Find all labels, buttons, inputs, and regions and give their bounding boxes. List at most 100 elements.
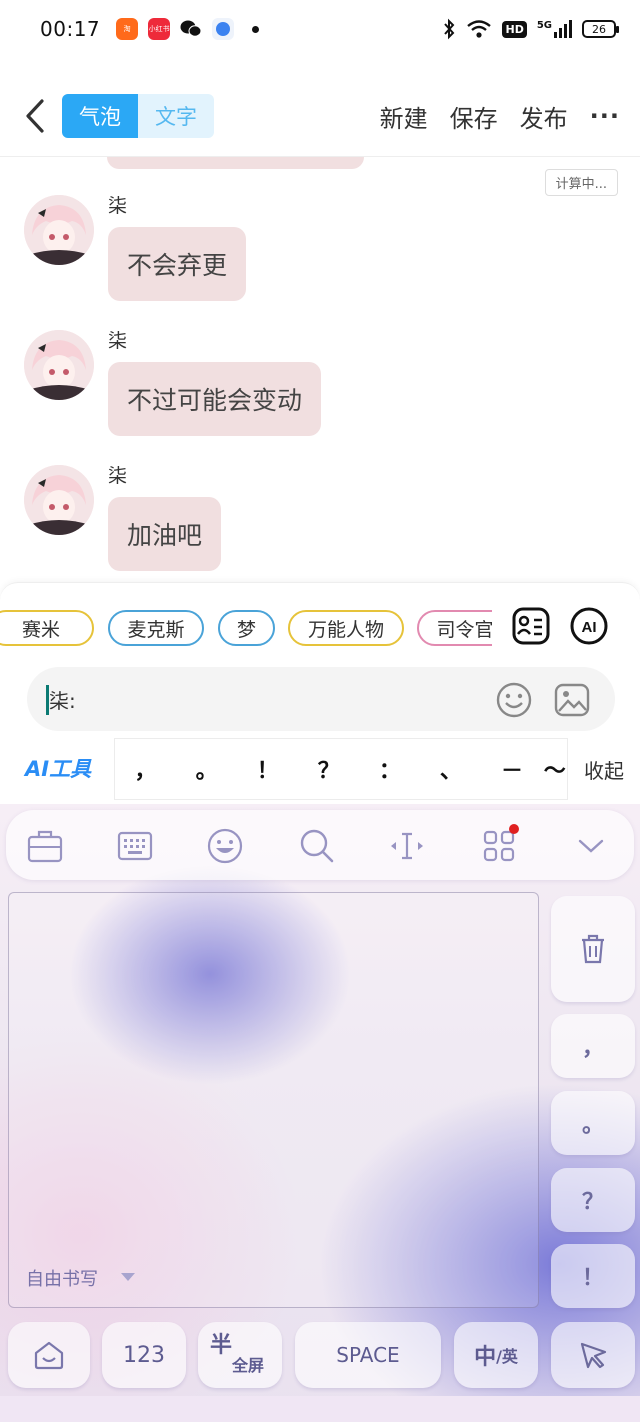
character-chip[interactable]: 赛米 (0, 610, 94, 646)
half-full-width-key[interactable]: 半 全屏 (198, 1322, 282, 1388)
smiley-icon (207, 828, 243, 864)
chat-area[interactable]: 计算中... 柒 不会弃更 柒 不过可能会变动 柒 加油吧 (0, 157, 640, 582)
ai-button[interactable]: AI (568, 605, 610, 647)
compose-panel: 赛米 麦克斯 梦 万能人物 司令官 AI 柒: AI工具 ， 。 ！ ？ ： 、… (0, 582, 640, 804)
dropdown-arrow-icon (121, 1273, 135, 1281)
keyboard-toolbar (6, 810, 634, 880)
save-button[interactable]: 保存 (450, 99, 498, 134)
publish-button[interactable]: 发布 (520, 99, 568, 134)
hd-badge: HD (502, 20, 527, 38)
punct-key[interactable]: － (481, 753, 542, 785)
punct-key[interactable]: ～ (543, 753, 567, 785)
character-chips: 赛米 麦克斯 梦 万能人物 司令官 (0, 610, 492, 648)
grid-icon (483, 830, 515, 862)
calculating-badge: 计算中... (544, 169, 618, 196)
briefcase-icon (27, 830, 63, 863)
tab-text[interactable]: 文字 (138, 94, 214, 138)
language-switch-key[interactable]: 中/英 (454, 1322, 538, 1388)
status-right: HD 5G 26 (442, 18, 619, 40)
message-input[interactable]: 柒: (27, 667, 615, 731)
bluetooth-icon (444, 18, 455, 40)
punct-key[interactable]: ： (359, 753, 420, 785)
half-width-label: 半 (210, 1333, 233, 1358)
avatar[interactable] (24, 195, 94, 265)
gesture-bar-area (0, 1396, 640, 1422)
text-cursor-icon (391, 832, 423, 860)
home-key[interactable] (8, 1322, 90, 1388)
question-key[interactable]: ？ (551, 1168, 635, 1232)
emoji-panel-button[interactable] (206, 828, 244, 864)
sender-name: 柒 (108, 330, 128, 352)
contacts-button[interactable] (510, 605, 552, 647)
punct-key[interactable]: 。 (176, 753, 237, 785)
search-button[interactable] (298, 828, 336, 864)
notification-badge (509, 824, 519, 834)
tab-bubble[interactable]: 气泡 (62, 94, 138, 138)
status-bar: 00:17 淘 小红书 HD 5G 26 (0, 0, 640, 58)
battery-icon: 26 (582, 20, 619, 38)
handwriting-mode-label[interactable]: 自由书写 (26, 1265, 98, 1291)
punct-key[interactable]: ， (115, 753, 176, 785)
mode-segmented-control: 气泡 文字 (62, 94, 214, 138)
previous-message-bubble (107, 157, 364, 169)
blue-app-icon (212, 18, 235, 40)
avatar[interactable] (24, 465, 94, 535)
exclamation-key[interactable]: ！ (551, 1244, 635, 1308)
svg-text:AI: AI (582, 619, 597, 636)
handwriting-area[interactable]: 自由书写 (8, 892, 539, 1308)
avatar[interactable] (24, 330, 94, 400)
numbers-key[interactable]: 123 (102, 1322, 186, 1388)
sender-name: 柒 (108, 195, 128, 217)
punct-key[interactable]: 、 (420, 753, 481, 785)
back-button[interactable] (20, 96, 50, 136)
lang-sub-label: /英 (496, 1347, 518, 1366)
message-input-value: 柒: (49, 689, 76, 713)
character-chip[interactable]: 麦克斯 (108, 610, 204, 646)
punctuation-bar: ， 。 ！ ？ ： 、 － ～ (114, 738, 568, 800)
new-button[interactable]: 新建 (380, 99, 428, 134)
character-chip[interactable]: 万能人物 (288, 610, 404, 646)
toolbox-button[interactable] (26, 828, 64, 864)
chevron-left-icon (26, 99, 44, 133)
collapse-button[interactable]: 收起 (584, 755, 624, 784)
ai-tools-button[interactable]: AI工具 (25, 753, 91, 783)
space-key[interactable]: SPACE (295, 1322, 441, 1388)
period-key[interactable]: 。 (551, 1091, 635, 1155)
punct-key[interactable]: ？ (298, 753, 359, 785)
sender-name: 柒 (108, 465, 128, 487)
pointer-mode-key[interactable] (551, 1322, 635, 1388)
message-bubble[interactable]: 不会弃更 (108, 227, 247, 301)
status-app-icons: 淘 小红书 (116, 18, 260, 40)
notification-dot (252, 25, 260, 33)
comma-key[interactable]: ， (551, 1014, 635, 1078)
top-nav-bar: 气泡 文字 新建 保存 发布 ··· (0, 80, 640, 152)
character-chip[interactable]: 梦 (218, 610, 275, 646)
lang-main-label: 中 (474, 1345, 497, 1370)
keyboard-layout-button[interactable] (116, 828, 154, 864)
search-icon (300, 829, 334, 863)
nav-actions: 新建 保存 发布 ··· (380, 99, 620, 134)
cursor-arrow-icon (580, 1342, 607, 1369)
trash-icon (582, 934, 604, 964)
xiaohongshu-icon: 小红书 (148, 18, 171, 40)
delete-key[interactable] (551, 896, 635, 1002)
hide-keyboard-button[interactable] (572, 828, 610, 864)
character-chip[interactable]: 司令官 (417, 610, 492, 646)
keyboard-icon (117, 831, 153, 861)
message-bubble[interactable]: 加油吧 (108, 497, 222, 571)
status-time: 00:17 (40, 17, 101, 41)
message-bubble[interactable]: 不过可能会变动 (108, 362, 322, 436)
contact-card-icon (512, 607, 550, 645)
image-icon[interactable] (553, 681, 591, 719)
battery-level: 26 (592, 22, 606, 36)
network-type: 5G (536, 20, 552, 31)
more-menu-button[interactable]: ··· (590, 102, 620, 130)
punct-key[interactable]: ！ (237, 753, 298, 785)
chevron-down-icon (578, 839, 604, 853)
full-width-label: 全屏 (232, 1356, 265, 1375)
cellular-signal-icon: 5G (537, 20, 572, 38)
taobao-icon: 淘 (116, 18, 139, 40)
emoji-icon[interactable] (495, 681, 533, 719)
wifi-icon (467, 20, 492, 38)
cursor-move-button[interactable] (388, 828, 426, 864)
